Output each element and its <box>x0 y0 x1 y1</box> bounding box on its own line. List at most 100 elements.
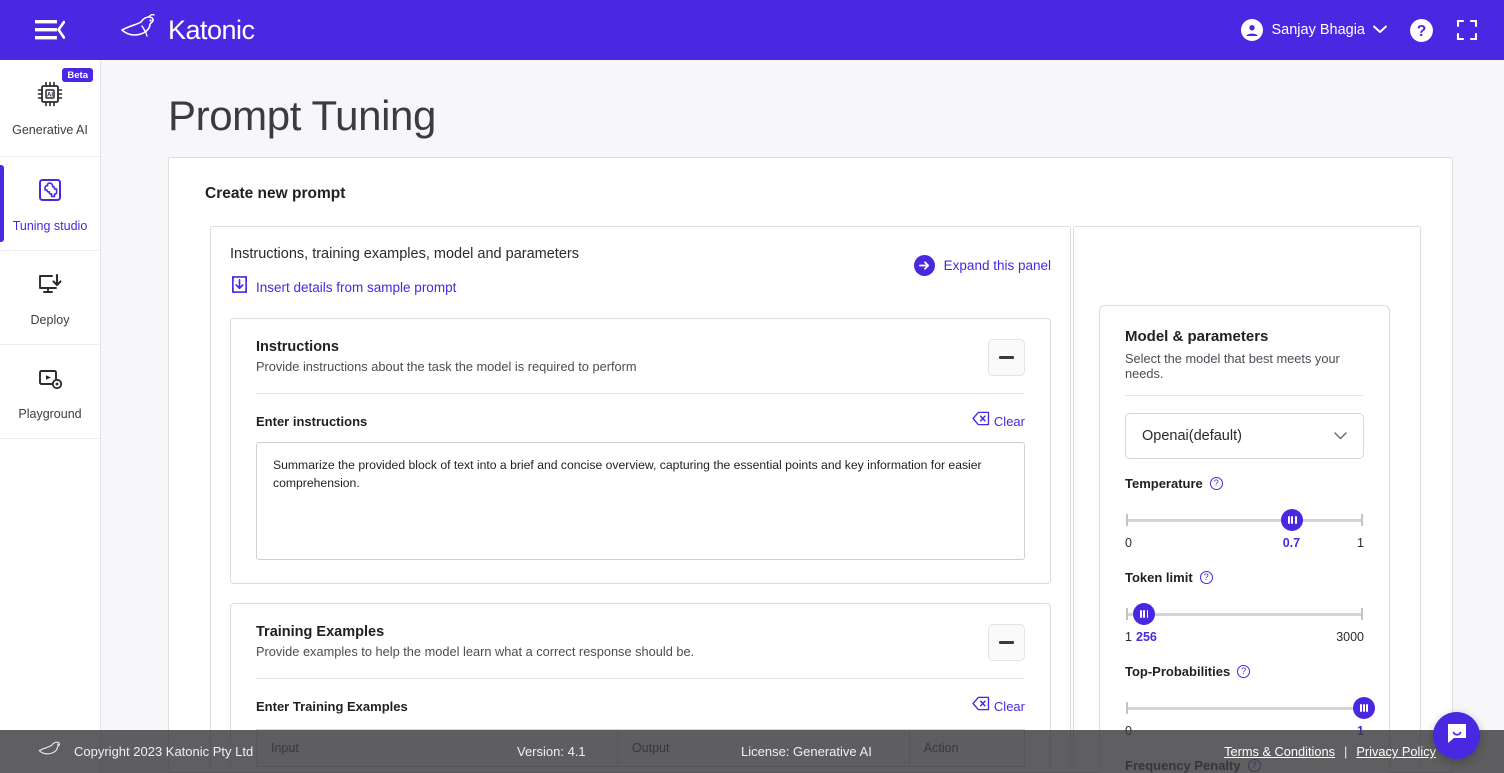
model-parameters-panel: Model & parameters Select the model that… <box>1073 226 1421 773</box>
field-label: Enter instructions <box>256 413 368 429</box>
collapse-training-examples-button[interactable] <box>988 624 1025 661</box>
slider-thumb[interactable] <box>1353 697 1375 719</box>
minus-icon <box>999 641 1014 644</box>
page-title: Prompt Tuning <box>168 92 436 139</box>
slider-min-label: 1 <box>1125 630 1132 644</box>
slider-max-tick <box>1361 608 1363 620</box>
backspace-delete-icon <box>972 411 990 431</box>
svg-text:?: ? <box>1417 23 1427 40</box>
create-prompt-title: Create new prompt <box>205 185 346 202</box>
help-question-icon[interactable]: ? <box>1409 18 1434 43</box>
user-name: Sanjay Bhagia <box>1271 22 1365 38</box>
ai-chip-icon: AI <box>35 79 65 114</box>
help-question-icon[interactable]: ? <box>1237 665 1251 678</box>
insert-sample-prompt-label: Insert details from sample prompt <box>256 279 457 295</box>
chat-widget-button[interactable] <box>1433 712 1480 759</box>
sidebar-item-generative-ai[interactable]: Beta AI Generative AI <box>0 60 100 157</box>
divider <box>1125 395 1364 396</box>
kangaroo-logo-icon <box>120 13 160 46</box>
hamburger-collapse-icon[interactable] <box>32 16 68 44</box>
sidebar-item-deploy[interactable]: Deploy <box>0 251 100 345</box>
token-limit-slider[interactable] <box>1125 603 1364 625</box>
slider-value-label: 256 <box>1136 630 1157 644</box>
main-content: Prompt Tuning Create new prompt Instruct… <box>101 60 1504 773</box>
insert-sample-prompt-link[interactable]: Insert details from sample prompt <box>230 275 579 299</box>
parameters-subtitle: Select the model that best meets your ne… <box>1125 351 1340 381</box>
training-examples-section-header: Training Examples Provide examples to he… <box>256 624 1025 661</box>
user-menu[interactable]: Sanjay Bhagia <box>1241 19 1387 41</box>
slider-thumb[interactable] <box>1281 509 1304 531</box>
slider-max-label: 1 <box>1357 536 1364 550</box>
panels-row: Instructions, training examples, model a… <box>210 226 1452 773</box>
clear-training-examples-button[interactable]: Clear <box>972 696 1025 716</box>
temperature-label-row: Temperature ? <box>1125 476 1364 491</box>
chevron-down-icon <box>1373 21 1387 39</box>
privacy-policy-link[interactable]: Privacy Policy <box>1356 744 1436 759</box>
top-probabilities-label-row: Top-Probabilities ? <box>1125 664 1364 679</box>
left-sidebar: Beta AI Generative AI Tuning studio Depl… <box>0 60 101 773</box>
divider <box>256 393 1025 394</box>
kangaroo-logo-icon <box>38 740 64 763</box>
instructions-input[interactable] <box>256 442 1025 560</box>
instructions-field-row: Enter instructions Clear <box>256 411 1025 431</box>
sidebar-item-label: Tuning studio <box>12 218 88 233</box>
terms-conditions-link[interactable]: Terms & Conditions <box>1224 744 1335 759</box>
help-question-icon[interactable]: ? <box>1199 571 1213 584</box>
panel-header: Instructions, training examples, model a… <box>230 246 1051 299</box>
slider-label: Top-Probabilities <box>1125 664 1231 679</box>
slider-label: Temperature <box>1125 476 1203 491</box>
app-root: Katonic Sanjay Bhagia ? Beta AI Generati… <box>0 0 1504 773</box>
slider-track <box>1127 613 1362 616</box>
clear-label: Clear <box>993 413 1025 429</box>
sidebar-item-playground[interactable]: Playground <box>0 345 100 439</box>
backspace-delete-icon <box>972 696 990 716</box>
minus-icon <box>999 356 1014 359</box>
model-select[interactable]: Openai(default) <box>1125 413 1364 459</box>
help-question-icon[interactable]: ? <box>1209 477 1223 490</box>
section-title: Instructions <box>256 339 339 355</box>
chat-bubble-smile-icon <box>1445 721 1469 750</box>
expand-panel-label: Expand this panel <box>943 258 1051 273</box>
section-subtitle: Provide instructions about the task the … <box>256 359 637 374</box>
version-text: Version: 4.1 <box>517 744 586 759</box>
slider-min-label: 0 <box>1125 536 1132 550</box>
slider-min-tick <box>1126 514 1128 526</box>
clear-label: Clear <box>993 698 1025 714</box>
temperature-slider[interactable] <box>1125 509 1364 531</box>
slider-label: Token limit <box>1125 570 1193 585</box>
collapse-instructions-button[interactable] <box>988 339 1025 376</box>
fullscreen-expand-icon[interactable] <box>1456 19 1478 41</box>
parameters-title: Model & parameters <box>1125 328 1269 345</box>
footer-copyright: Copyright 2023 Katonic Pty Ltd <box>38 740 253 763</box>
top-probabilities-slider[interactable] <box>1125 697 1375 719</box>
divider <box>256 678 1025 679</box>
avatar <box>1241 19 1264 41</box>
field-label: Enter Training Examples <box>256 698 408 714</box>
slider-value-label: 0.7 <box>1282 536 1301 550</box>
footer-separator: | <box>1344 744 1348 759</box>
token-limit-label-row: Token limit ? <box>1125 570 1364 585</box>
expand-panel-button[interactable]: Expand this panel <box>913 246 1051 276</box>
insert-download-box-icon <box>230 275 249 299</box>
slider-thumb[interactable] <box>1133 603 1156 625</box>
section-title: Training Examples <box>256 624 385 640</box>
sidebar-item-label: Generative AI <box>12 123 88 137</box>
sidebar-item-label: Deploy <box>30 312 70 327</box>
beta-badge: Beta <box>62 68 93 82</box>
instructions-section: Instructions Provide instructions about … <box>230 318 1051 584</box>
sidebar-item-label: Playground <box>18 406 82 421</box>
training-examples-field-row: Enter Training Examples Clear <box>256 696 1025 716</box>
svg-text:AI: AI <box>47 92 53 98</box>
slider-max-tick <box>1361 514 1363 526</box>
sidebar-item-tuning-studio[interactable]: Tuning studio <box>0 157 100 251</box>
model-parameters-card: Model & parameters Select the model that… <box>1099 305 1390 773</box>
chevron-down-icon <box>1334 427 1347 445</box>
play-settings-icon <box>35 363 65 398</box>
instructions-panel: Instructions, training examples, model a… <box>210 226 1071 773</box>
footer-bar: Copyright 2023 Katonic Pty Ltd Version: … <box>0 730 1504 773</box>
clear-instructions-button[interactable]: Clear <box>972 411 1025 431</box>
slider-max-label: 3000 <box>1336 630 1364 644</box>
model-select-value: Openai(default) <box>1142 428 1242 444</box>
brand-logo[interactable]: Katonic <box>120 13 255 46</box>
panel-heading: Instructions, training examples, model a… <box>230 246 579 262</box>
